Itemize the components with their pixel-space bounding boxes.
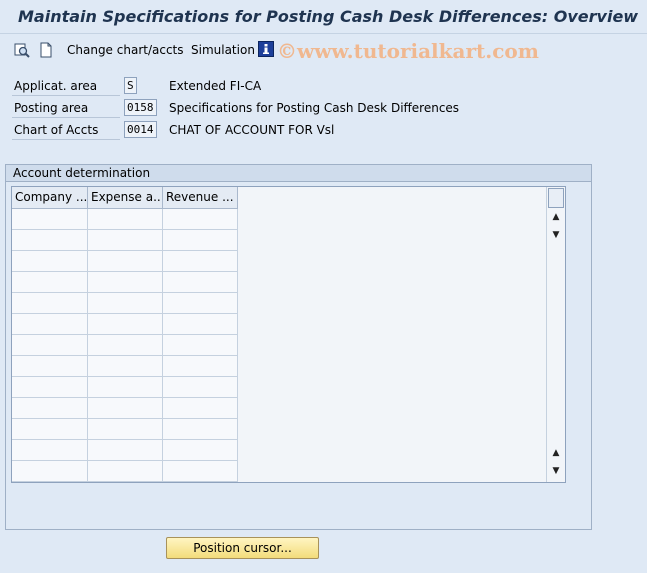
table-cell[interactable]: [163, 293, 238, 314]
table-cell[interactable]: [12, 209, 88, 230]
watermark: ©www.tutorialkart.com: [277, 39, 539, 63]
field-description: Extended FI-CA: [169, 79, 262, 93]
table-cell[interactable]: [163, 209, 238, 230]
scroll-up-icon[interactable]: ▲: [548, 209, 564, 225]
table-cell[interactable]: [163, 398, 238, 419]
chart-of-accts-input[interactable]: 0014: [124, 121, 157, 138]
table-cell[interactable]: [163, 230, 238, 251]
table-cell[interactable]: [12, 272, 88, 293]
table-cell[interactable]: [88, 251, 163, 272]
table-cell[interactable]: [163, 314, 238, 335]
table-cell[interactable]: [12, 377, 88, 398]
table-cell[interactable]: [88, 272, 163, 293]
applicat-area-input[interactable]: S: [124, 77, 137, 94]
table-cell[interactable]: [163, 461, 238, 482]
column-header-company[interactable]: Company ...: [12, 187, 88, 209]
table-body: [12, 209, 238, 482]
table-cell[interactable]: [88, 335, 163, 356]
table-cell[interactable]: [12, 398, 88, 419]
page-title: Maintain Specifications for Posting Cash…: [18, 7, 639, 26]
information-icon[interactable]: [257, 40, 275, 58]
table-cell[interactable]: [163, 272, 238, 293]
table-cell[interactable]: [12, 440, 88, 461]
change-chart-accts-button[interactable]: Change chart/accts: [67, 43, 184, 57]
table-row: [12, 314, 238, 335]
table-cell[interactable]: [12, 419, 88, 440]
scroll-page-up-icon[interactable]: ▲: [548, 445, 564, 461]
table-row: [12, 293, 238, 314]
table-cell[interactable]: [163, 356, 238, 377]
table-row: [12, 209, 238, 230]
table-cell[interactable]: [12, 314, 88, 335]
table-cell[interactable]: [163, 377, 238, 398]
table-row: [12, 461, 238, 482]
title-bar: Maintain Specifications for Posting Cash…: [0, 0, 647, 34]
account-determination-table: Company ... Expense a... Revenue ... ▲ ▼…: [11, 186, 566, 483]
table-cell[interactable]: [12, 461, 88, 482]
column-header-revenue[interactable]: Revenue ...: [163, 187, 238, 209]
posting-area-input[interactable]: 0158: [124, 99, 157, 116]
table-cell[interactable]: [163, 419, 238, 440]
column-header-expense[interactable]: Expense a...: [88, 187, 163, 209]
account-determination-group: Account determination Company ... Expens…: [5, 164, 592, 530]
field-label: Chart of Accts: [12, 120, 120, 140]
table-row: [12, 230, 238, 251]
table-cell[interactable]: [163, 251, 238, 272]
table-cell[interactable]: [12, 356, 88, 377]
table-cell[interactable]: [163, 440, 238, 461]
field-description: Specifications for Posting Cash Desk Dif…: [169, 101, 460, 115]
vertical-scrollbar[interactable]: ▲ ▼ ▲ ▼: [546, 187, 565, 482]
table-row: [12, 272, 238, 293]
display-detail-icon[interactable]: [13, 41, 31, 59]
table-cell[interactable]: [88, 209, 163, 230]
table-row: [12, 419, 238, 440]
application-toolbar: Change chart/accts Simulation ©www.tutor…: [0, 35, 647, 67]
table-cell[interactable]: [88, 293, 163, 314]
table-cell[interactable]: [88, 461, 163, 482]
field-description: CHAT OF ACCOUNT FOR Vsl: [169, 123, 335, 137]
scroll-down-icon[interactable]: ▼: [548, 227, 564, 243]
table-cell[interactable]: [88, 230, 163, 251]
table-row: [12, 398, 238, 419]
table-cell[interactable]: [88, 356, 163, 377]
table-cell[interactable]: [88, 398, 163, 419]
group-title: Account determination: [6, 165, 591, 182]
simulation-button[interactable]: Simulation: [191, 43, 255, 57]
scrollbar-thumb[interactable]: [548, 188, 564, 208]
table-cell[interactable]: [12, 335, 88, 356]
scroll-page-down-icon[interactable]: ▼: [548, 463, 564, 479]
table-row: [12, 377, 238, 398]
position-cursor-button[interactable]: Position cursor...: [166, 537, 319, 559]
table-cell[interactable]: [88, 314, 163, 335]
new-entries-icon[interactable]: [37, 41, 55, 59]
table-cell[interactable]: [88, 440, 163, 461]
table-row: [12, 251, 238, 272]
table-header: Company ... Expense a... Revenue ...: [12, 187, 238, 209]
table-cell[interactable]: [12, 230, 88, 251]
field-label: Posting area: [12, 98, 120, 118]
table-row: [12, 356, 238, 377]
table-row: [12, 440, 238, 461]
table-cell[interactable]: [88, 419, 163, 440]
table-row: [12, 335, 238, 356]
table-cell[interactable]: [12, 251, 88, 272]
table-cell[interactable]: [12, 293, 88, 314]
table-cell[interactable]: [88, 377, 163, 398]
table-cell[interactable]: [163, 335, 238, 356]
field-label: Applicat. area: [12, 76, 120, 96]
